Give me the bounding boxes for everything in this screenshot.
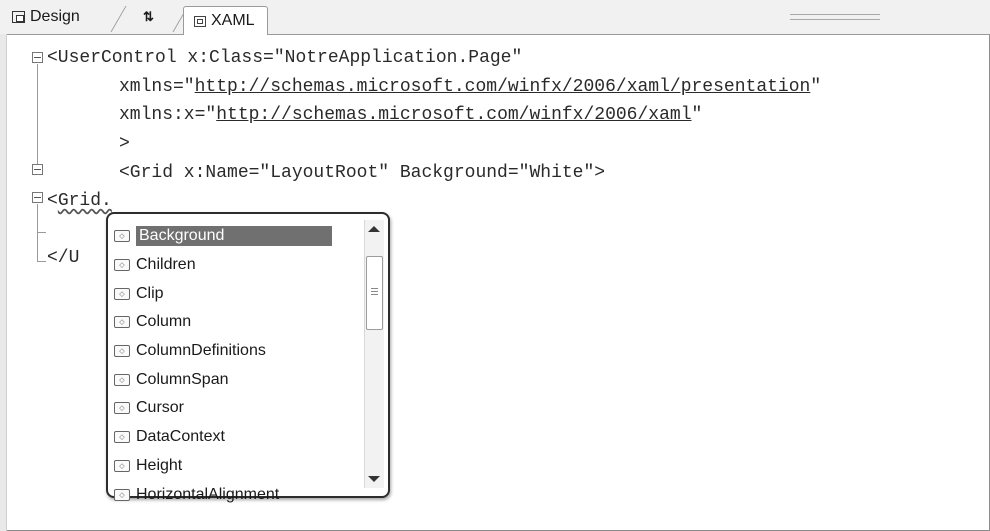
xmlns-attr: xmlns="	[119, 77, 195, 97]
xmlns-x-attr: xmlns:x="	[119, 105, 217, 125]
code-line-usercontrol-end: </U	[47, 248, 80, 268]
swap-panes-icon: ⇅	[143, 9, 154, 24]
property-icon: ◇	[114, 230, 130, 243]
design-view-icon	[12, 11, 25, 23]
completion-item[interactable]: ◇ Height	[114, 452, 354, 481]
outline-tick	[37, 232, 46, 233]
xaml-view-icon	[194, 15, 206, 27]
intellisense-completion-list: ◇ Background ◇ Children ◇ Clip ◇ Column ◇ ColumnD…	[106, 212, 390, 503]
completion-item-label: Column	[136, 313, 192, 331]
property-icon: ◇	[114, 287, 130, 300]
collapse-usercontrol-icon[interactable]	[32, 52, 43, 63]
xmlns-url-link[interactable]: http://schemas.microsoft.com/winfx/2006/…	[195, 77, 811, 97]
thumb-grip	[371, 294, 378, 295]
completion-item[interactable]: ◇ Cursor	[114, 394, 354, 423]
completion-item-label: Background	[136, 226, 333, 247]
collapse-grid-property-icon[interactable]	[32, 192, 43, 203]
code-line-usercontrol: <UserControl x:Class="NotreApplication.P…	[47, 48, 523, 68]
thumb-grip	[371, 291, 378, 292]
completion-item-label: Height	[136, 456, 183, 474]
tab-design-label: Design	[30, 8, 80, 25]
completion-item[interactable]: ◇ Clip	[114, 279, 354, 308]
xmlns-x-quote: "	[691, 105, 703, 125]
completion-item-label: ColumnSpan	[136, 370, 229, 388]
completion-item-label: Cursor	[136, 399, 185, 417]
thumb-grip	[371, 288, 378, 289]
completion-item[interactable]: ◇ HorizontalAlignment	[114, 480, 354, 509]
completion-item-label: DataContext	[136, 428, 225, 446]
tab-separator	[110, 6, 127, 32]
code-line-grid-property: <Grid.	[47, 189, 112, 213]
property-icon: ◇	[114, 431, 130, 444]
property-icon: ◇	[114, 345, 130, 358]
grid-property-prefix: Grid.	[57, 191, 112, 211]
swap-panes-button[interactable]: ⇅	[143, 4, 154, 30]
completion-item[interactable]: ◇ Background	[114, 222, 354, 251]
code-line-close-bracket: >	[119, 134, 130, 154]
property-icon: ◇	[114, 488, 130, 501]
completion-scrollbar[interactable]	[364, 220, 384, 488]
completion-item[interactable]: ◇ ColumnSpan	[114, 365, 354, 394]
property-icon: ◇	[114, 459, 130, 472]
property-icon: ◇	[114, 373, 130, 386]
property-icon: ◇	[114, 259, 130, 272]
completion-item-label: Children	[136, 256, 196, 274]
scroll-up-arrow-icon[interactable]	[368, 226, 380, 232]
view-tab-strip: Design ⇅ XAML	[0, 0, 990, 35]
completion-items: ◇ Background ◇ Children ◇ Clip ◇ Column ◇ ColumnD…	[114, 222, 354, 509]
outline-guide	[37, 204, 38, 262]
completion-item[interactable]: ◇ ColumnDefinitions	[114, 337, 354, 366]
property-icon: ◇	[114, 402, 130, 415]
tab-design[interactable]: Design	[12, 4, 80, 30]
xmlns-x-url-link[interactable]: http://schemas.microsoft.com/winfx/2006/…	[216, 105, 691, 125]
code-line-xmlns: xmlns="http://schemas.microsoft.com/winf…	[119, 75, 821, 99]
completion-item-label: Clip	[136, 284, 164, 302]
tab-xaml[interactable]: XAML	[183, 6, 268, 35]
completion-item-label: ColumnDefinitions	[136, 342, 266, 360]
completion-item[interactable]: ◇ Children	[114, 251, 354, 280]
tab-xaml-label: XAML	[211, 12, 255, 29]
property-icon: ◇	[114, 316, 130, 329]
code-line-grid: <Grid x:Name="LayoutRoot" Background="Wh…	[119, 163, 606, 183]
collapse-grid-icon[interactable]	[32, 164, 43, 175]
code-line-xmlns-x: xmlns:x="http://schemas.microsoft.com/wi…	[119, 103, 702, 127]
completion-item[interactable]: ◇ Column	[114, 308, 354, 337]
scroll-down-arrow-icon[interactable]	[368, 476, 380, 482]
completion-item-label: HorizontalAlignment	[136, 485, 280, 503]
pane-splitter-grip[interactable]	[790, 14, 880, 20]
outline-tick	[37, 261, 46, 262]
scrollbar-thumb[interactable]	[366, 256, 383, 330]
xmlns-quote: "	[810, 77, 822, 97]
completion-item[interactable]: ◇ DataContext	[114, 423, 354, 452]
tag-open: <	[47, 191, 58, 211]
outline-guide	[37, 64, 38, 164]
